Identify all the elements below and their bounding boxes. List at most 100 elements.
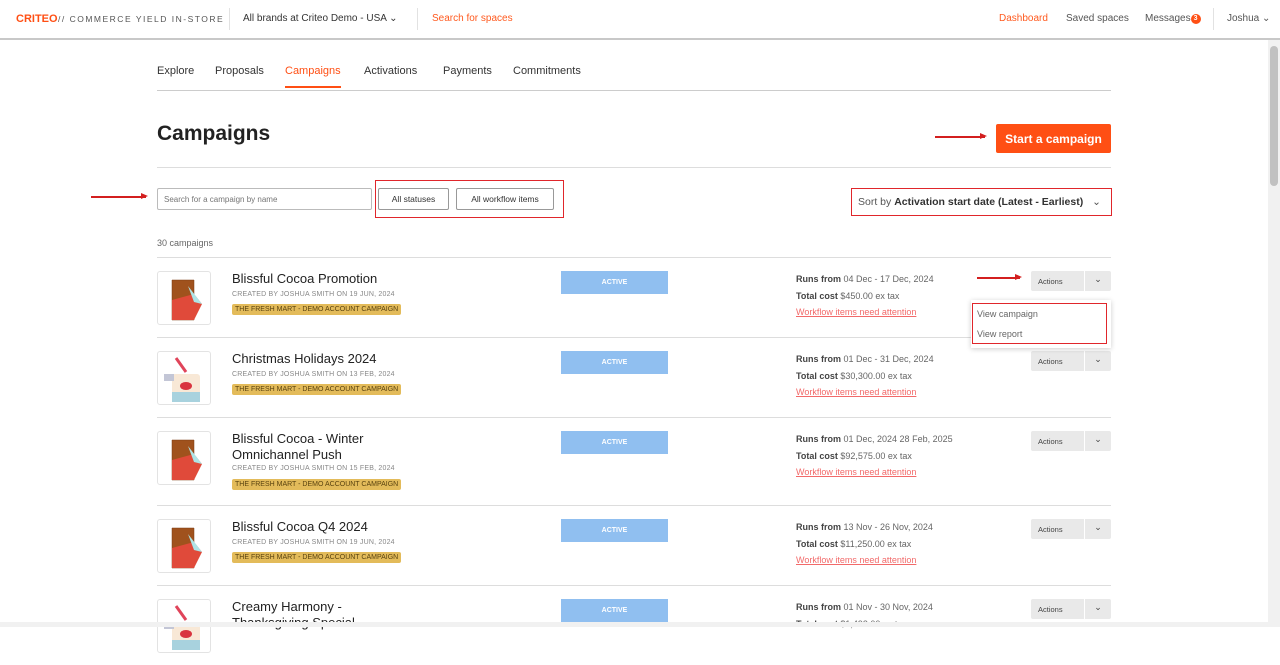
tab-activations[interactable]: Activations xyxy=(364,65,417,86)
campaign-name[interactable]: Christmas Holidays 2024 xyxy=(232,351,412,367)
saved-spaces-link[interactable]: Saved spaces xyxy=(1066,13,1129,24)
tab-campaigns[interactable]: Campaigns xyxy=(285,65,341,88)
chevron-down-icon: ⌄ xyxy=(1262,13,1271,24)
runs-from: Runs from 01 Dec, 2024 28 Feb, 2025 xyxy=(796,434,953,444)
chevron-down-icon[interactable]: ⌄ xyxy=(1084,351,1111,371)
total-cost: Total cost $11,250.00 ex tax xyxy=(796,539,911,549)
annotation-arrow xyxy=(935,133,987,139)
total-cost: Total cost $92,575.00 ex tax xyxy=(796,451,912,461)
campaign-row[interactable]: Christmas Holidays 2024 CREATED BY JOSHU… xyxy=(157,337,1111,417)
actions-label: Actions xyxy=(1038,525,1063,534)
account-tag: THE FRESH MART - DEMO ACCOUNT CAMPAIGN xyxy=(232,384,402,395)
campaign-name[interactable]: Blissful Cocoa Promotion xyxy=(232,271,412,287)
campaign-name[interactable]: Blissful Cocoa - Winter Omnichannel Push xyxy=(232,431,392,463)
tab-explore[interactable]: Explore xyxy=(157,65,194,86)
tab-payments[interactable]: Payments xyxy=(443,65,492,86)
dates: 13 Nov - 26 Nov, 2024 xyxy=(843,522,933,532)
actions-button[interactable]: Actions ⌄ xyxy=(1031,519,1111,539)
annotation-arrow xyxy=(977,274,1022,280)
campaign-search-input[interactable] xyxy=(157,188,372,210)
messages-label: Messages xyxy=(1145,13,1191,24)
cost: $30,300.00 ex tax xyxy=(840,371,912,381)
actions-label: Actions xyxy=(1038,437,1063,446)
chevron-down-icon[interactable]: ⌄ xyxy=(1084,599,1111,619)
horizontal-scrollbar[interactable] xyxy=(0,622,1268,627)
scrollbar[interactable] xyxy=(1268,40,1280,627)
actions-button[interactable]: Actions ⌄ xyxy=(1031,351,1111,371)
divider xyxy=(417,8,418,30)
tab-proposals[interactable]: Proposals xyxy=(215,65,264,86)
scrollbar-thumb[interactable] xyxy=(1270,46,1278,186)
dates: 01 Dec, 2024 28 Feb, 2025 xyxy=(843,434,953,444)
campaign-row[interactable]: Blissful Cocoa Promotion CREATED BY JOSH… xyxy=(157,257,1111,337)
account-tag: THE FRESH MART - DEMO ACCOUNT CAMPAIGN xyxy=(232,479,402,490)
divider xyxy=(229,8,230,30)
user-menu[interactable]: Joshua ⌄ xyxy=(1227,13,1270,24)
cost-label: Total cost xyxy=(796,539,838,549)
created-by: CREATED BY JOSHUA SMITH ON 13 FEB, 2024 xyxy=(232,371,395,378)
divider xyxy=(1213,8,1214,30)
actions-label: Actions xyxy=(1038,605,1063,614)
brand-selector[interactable]: All brands at Criteo Demo - USA ⌄ xyxy=(243,13,398,24)
cost-label: Total cost xyxy=(796,451,838,461)
created-by: CREATED BY JOSHUA SMITH ON 19 JUN, 2024 xyxy=(232,291,395,298)
product-name: // COMMERCE YIELD IN-STORE xyxy=(58,14,225,24)
messages-link[interactable]: Messages 3 xyxy=(1145,13,1201,24)
dates: 04 Dec - 17 Dec, 2024 xyxy=(843,274,934,284)
chevron-down-icon[interactable]: ⌄ xyxy=(1084,271,1111,291)
user-name: Joshua xyxy=(1227,13,1260,24)
runs-from: Runs from 04 Dec - 17 Dec, 2024 xyxy=(796,274,934,284)
cost: $92,575.00 ex tax xyxy=(840,451,912,461)
total-cost: Total cost $450.00 ex tax xyxy=(796,291,899,301)
sort-dropdown[interactable]: Sort by Activation start date (Latest - … xyxy=(851,188,1112,216)
sort-value: Activation start date (Latest - Earliest… xyxy=(894,196,1084,208)
runs-from: Runs from 01 Dec - 31 Dec, 2024 xyxy=(796,354,934,364)
chevron-down-icon: ⌄ xyxy=(389,13,398,24)
annotation-box xyxy=(972,303,1107,344)
divider xyxy=(157,167,1111,168)
annotation-arrow xyxy=(91,193,148,199)
status-badge: ACTIVE xyxy=(561,351,668,374)
brand-label: All brands at Criteo Demo - USA xyxy=(243,13,387,24)
chevron-down-icon[interactable]: ⌄ xyxy=(1084,431,1111,451)
chevron-down-icon[interactable]: ⌄ xyxy=(1084,519,1111,539)
criteo-logo[interactable]: CRITEO xyxy=(16,13,58,25)
campaign-name[interactable]: Blissful Cocoa Q4 2024 xyxy=(232,519,412,535)
start-campaign-button[interactable]: Start a campaign xyxy=(996,124,1111,153)
yogurt-icon xyxy=(157,351,211,405)
tab-commitments[interactable]: Commitments xyxy=(513,65,581,86)
runs-from: Runs from 01 Nov - 30 Nov, 2024 xyxy=(796,602,933,612)
campaign-row[interactable]: Blissful Cocoa Q4 2024 CREATED BY JOSHUA… xyxy=(157,505,1111,585)
actions-button[interactable]: Actions ⌄ xyxy=(1031,599,1111,619)
chocolate-icon xyxy=(157,519,211,573)
campaign-row[interactable]: Blissful Cocoa - Winter Omnichannel Push… xyxy=(157,417,1111,505)
workflow-link[interactable]: Workflow items need attention xyxy=(796,467,916,477)
created-by: CREATED BY JOSHUA SMITH ON 15 FEB, 2024 xyxy=(232,465,395,472)
status-badge: ACTIVE xyxy=(561,599,668,622)
workflow-link[interactable]: Workflow items need attention xyxy=(796,555,916,565)
runs-label: Runs from xyxy=(796,522,841,532)
actions-button[interactable]: Actions ⌄ xyxy=(1031,431,1111,451)
status-filter-button[interactable]: All statuses xyxy=(378,188,449,210)
chevron-down-icon: ⌄ xyxy=(1092,196,1101,208)
cost-label: Total cost xyxy=(796,371,838,381)
dashboard-link[interactable]: Dashboard xyxy=(999,13,1048,24)
workflow-filter-button[interactable]: All workflow items xyxy=(456,188,554,210)
search-spaces-link[interactable]: Search for spaces xyxy=(432,13,513,24)
workflow-link[interactable]: Workflow items need attention xyxy=(796,307,916,317)
messages-badge: 3 xyxy=(1190,14,1201,24)
status-badge: ACTIVE xyxy=(561,519,668,542)
runs-label: Runs from xyxy=(796,602,841,612)
chocolate-icon xyxy=(157,271,211,325)
runs-label: Runs from xyxy=(796,354,841,364)
sort-label: Sort by xyxy=(858,196,892,208)
runs-from: Runs from 13 Nov - 26 Nov, 2024 xyxy=(796,522,933,532)
cost: $11,250.00 ex tax xyxy=(840,539,912,549)
cost: $450.00 ex tax xyxy=(840,291,900,301)
workflow-link[interactable]: Workflow items need attention xyxy=(796,387,916,397)
dates: 01 Nov - 30 Nov, 2024 xyxy=(843,602,933,612)
page-title: Campaigns xyxy=(157,122,271,145)
actions-label: Actions xyxy=(1038,277,1063,286)
actions-button[interactable]: Actions ⌄ xyxy=(1031,271,1111,291)
account-tag: THE FRESH MART - DEMO ACCOUNT CAMPAIGN xyxy=(232,304,402,315)
